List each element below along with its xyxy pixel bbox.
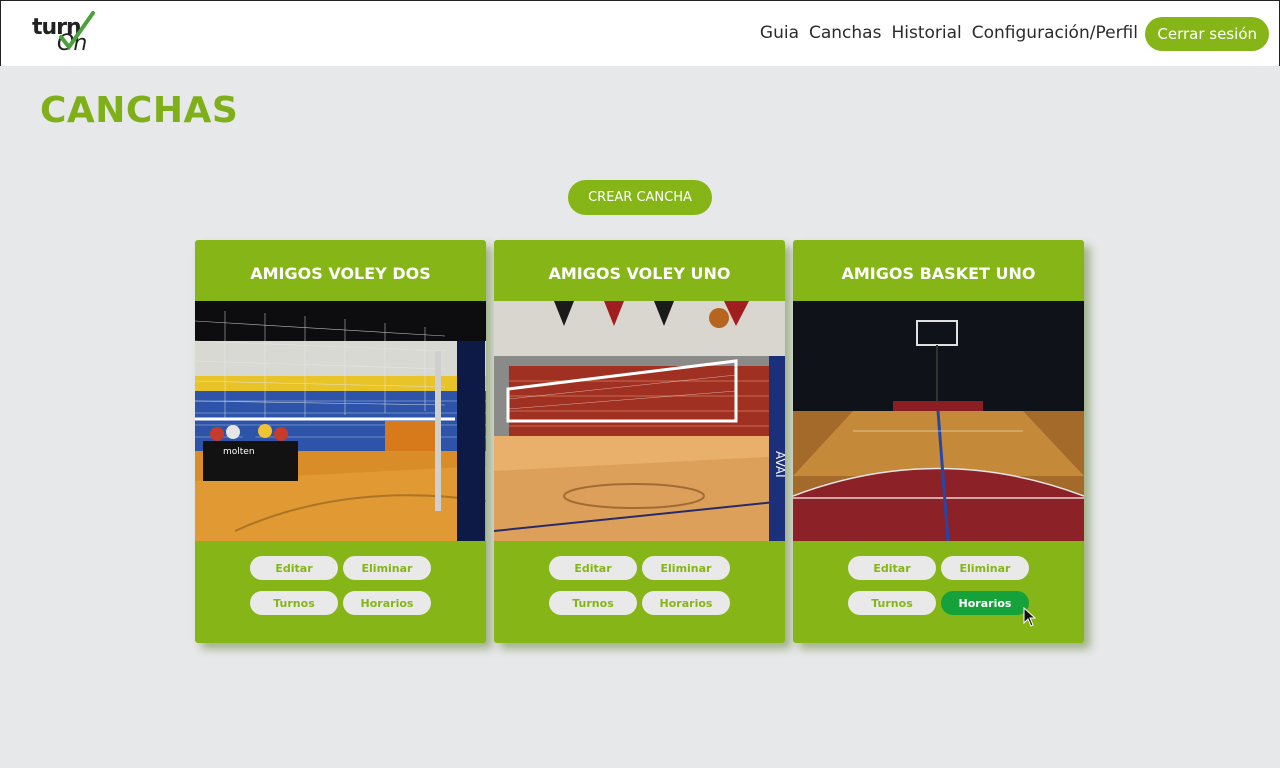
volleyball-court-image: molten	[195, 301, 486, 541]
court-card: AMIGOS VOLEY UNO AVAI Editar Eliminar Tu…	[494, 240, 785, 643]
mouse-cursor-icon	[1023, 607, 1037, 627]
court-card: AMIGOS VOLEY DOS molten Editar Eliminar …	[195, 240, 486, 643]
turnos-button[interactable]: Turnos	[549, 591, 637, 615]
create-court-button[interactable]: CREAR CANCHA	[568, 180, 712, 215]
nav-link-guia[interactable]: Guia	[755, 21, 804, 45]
edit-button[interactable]: Editar	[250, 556, 338, 580]
court-card-title: AMIGOS VOLEY DOS	[250, 264, 431, 283]
court-card-title: AMIGOS BASKET UNO	[841, 264, 1036, 283]
turnos-button[interactable]: Turnos	[848, 591, 936, 615]
logout-button[interactable]: Cerrar sesión	[1145, 17, 1269, 51]
svg-text:AVAI: AVAI	[773, 451, 785, 478]
page-title: CANCHAS	[40, 90, 239, 131]
card-actions-row: Editar Eliminar	[494, 556, 785, 580]
delete-button[interactable]: Eliminar	[343, 556, 431, 580]
horarios-button[interactable]: Horarios	[941, 591, 1029, 615]
horarios-button[interactable]: Horarios	[642, 591, 730, 615]
svg-text:molten: molten	[223, 447, 255, 457]
edit-button[interactable]: Editar	[549, 556, 637, 580]
nav-link-canchas[interactable]: Canchas	[804, 21, 886, 45]
card-actions-row: Turnos Horarios	[195, 591, 486, 615]
card-actions-row: Turnos Horarios	[494, 591, 785, 615]
turnon-logo[interactable]: turn On	[31, 11, 97, 56]
horarios-button[interactable]: Horarios	[343, 591, 431, 615]
court-card-title: AMIGOS VOLEY UNO	[548, 264, 731, 283]
nav-link-historial[interactable]: Historial	[886, 21, 966, 45]
card-actions-row: Turnos Horarios	[793, 591, 1084, 615]
volleyball-net-image: AVAI	[494, 301, 785, 541]
navbar: turn On Guia Canchas Historial Configura…	[0, 0, 1280, 66]
turnos-button[interactable]: Turnos	[250, 591, 338, 615]
card-actions-row: Editar Eliminar	[793, 556, 1084, 580]
delete-button[interactable]: Eliminar	[941, 556, 1029, 580]
checkmark-icon	[59, 11, 95, 51]
nav-links: Guia Canchas Historial Configuración/Per…	[755, 21, 1143, 45]
court-cards: AMIGOS VOLEY DOS molten Editar Eliminar …	[195, 240, 1084, 643]
edit-button[interactable]: Editar	[848, 556, 936, 580]
court-card: AMIGOS BASKET UNO Editar Eliminar Turnos…	[793, 240, 1084, 643]
basketball-court-image	[793, 301, 1084, 541]
delete-button[interactable]: Eliminar	[642, 556, 730, 580]
nav-link-configuracion-perfil[interactable]: Configuración/Perfil	[967, 21, 1143, 45]
card-actions-row: Editar Eliminar	[195, 556, 486, 580]
